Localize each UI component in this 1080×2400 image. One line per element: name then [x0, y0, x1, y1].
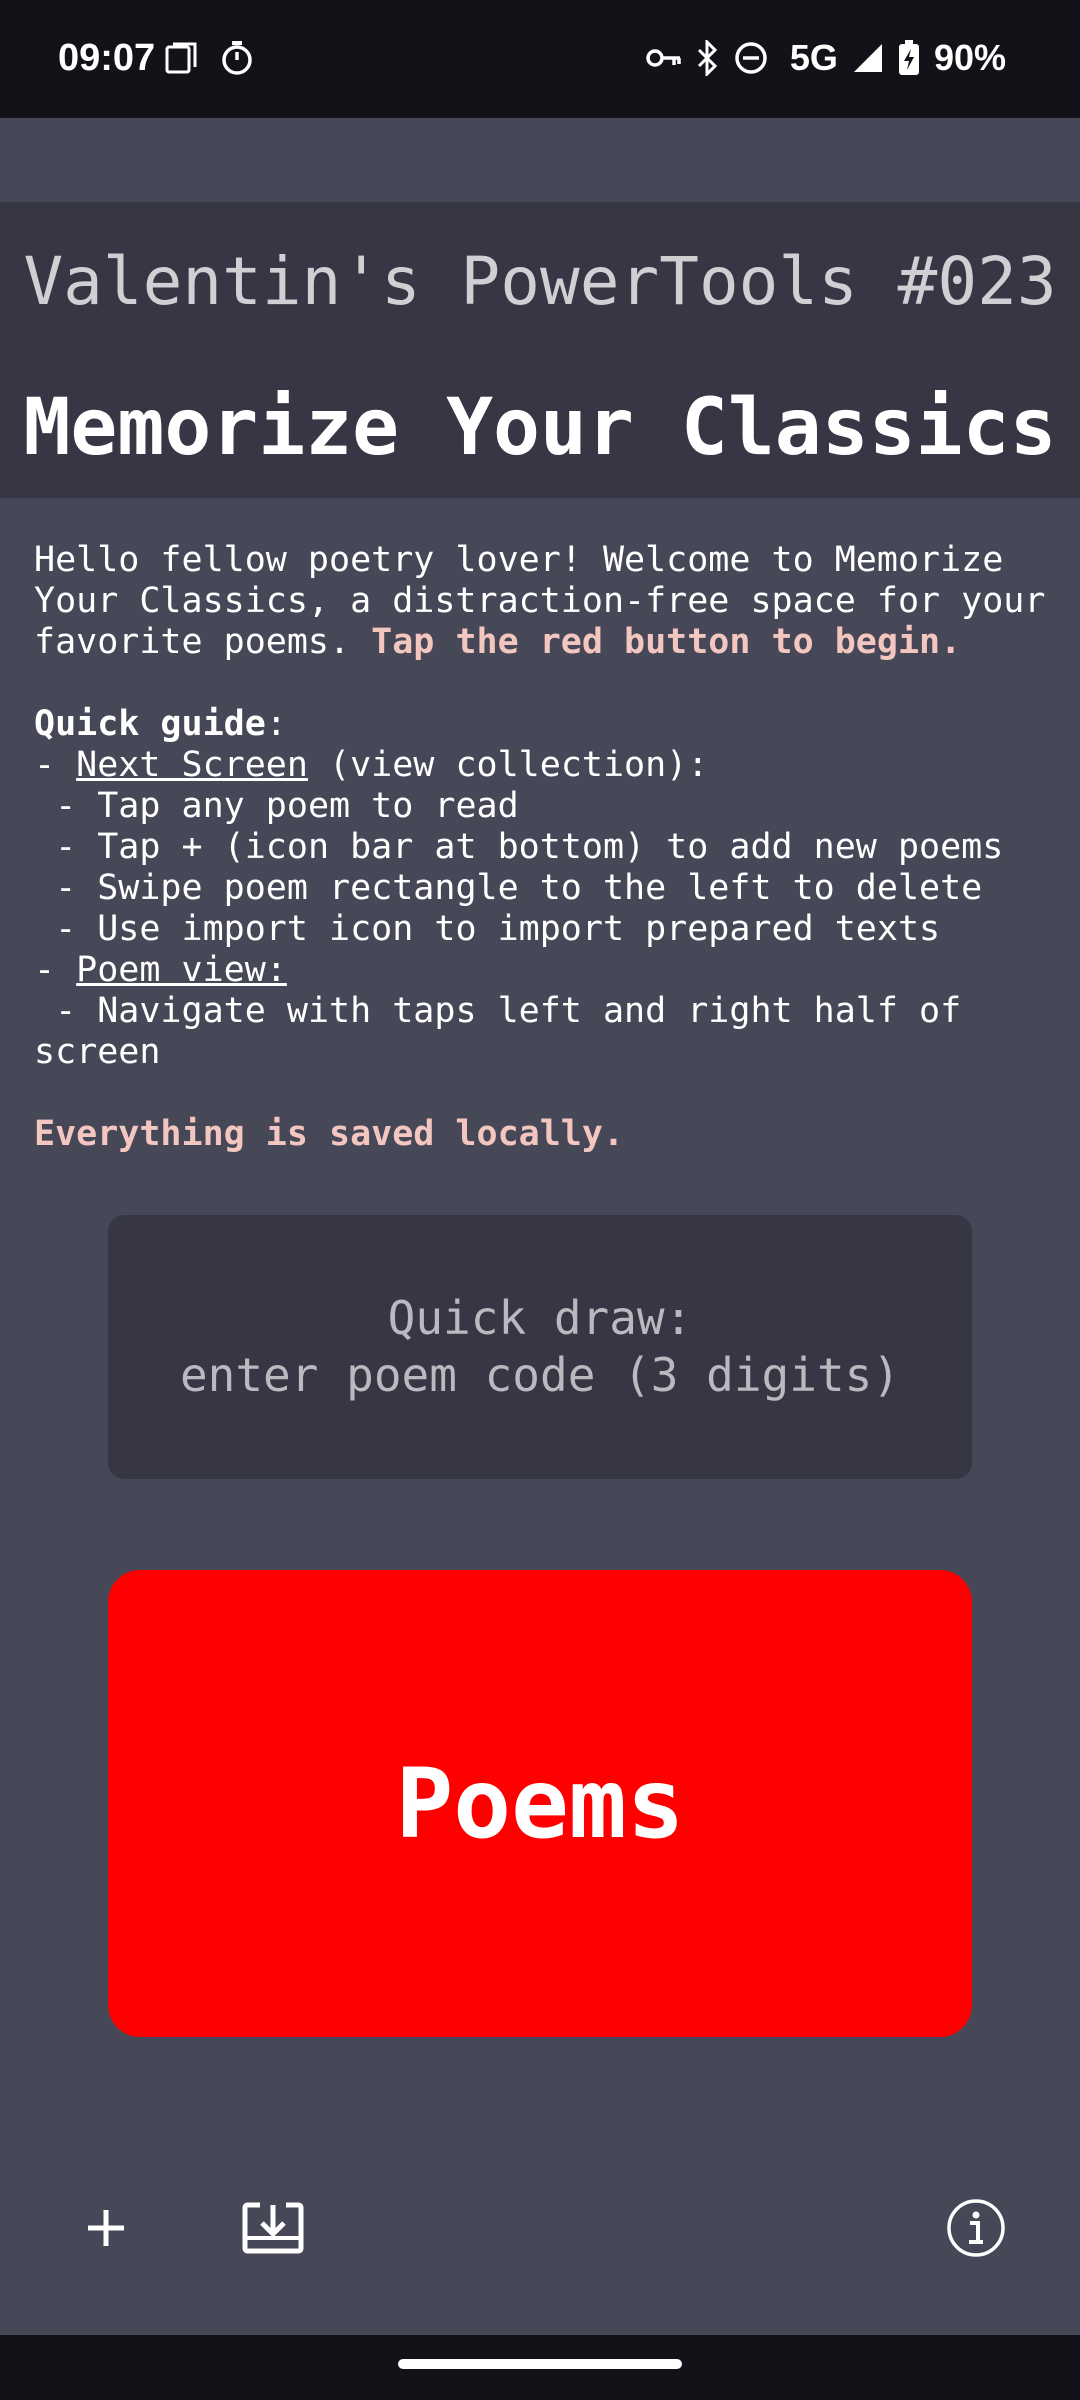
guide-dash-2: -	[34, 950, 77, 990]
import-icon	[242, 2202, 304, 2258]
quick-draw-input[interactable]: Quick draw: enter poem code (3 digits)	[108, 1215, 972, 1479]
poems-button[interactable]: Poems	[108, 1570, 972, 2037]
home-gesture-handle[interactable]	[398, 2359, 682, 2369]
guide-item: - Swipe poem rectangle to the left to de…	[34, 868, 983, 908]
add-poem-button[interactable]	[72, 2196, 140, 2264]
page-title: Memorize Your Classics	[23, 383, 1057, 473]
header: Valentin's PowerTools #023 Memorize Your…	[0, 202, 1080, 498]
poem-view-label: Poem view:	[76, 950, 287, 990]
app-subtitle: Valentin's PowerTools #023	[23, 243, 1057, 320]
cta-text: Tap the red button to begin.	[371, 622, 962, 662]
import-button[interactable]	[236, 2196, 310, 2264]
guide-item: - Tap + (icon bar at bottom) to add new …	[34, 827, 1004, 867]
next-screen-note: (view collection):	[307, 745, 709, 785]
screenshot-icon	[164, 41, 198, 75]
system-nav-bar	[0, 2335, 1080, 2400]
guide-item: - Tap any poem to read	[34, 786, 519, 826]
battery-level: 90%	[933, 37, 1006, 78]
guide-item: - Navigate with taps left and right half…	[34, 991, 983, 1072]
saved-note: Everything is saved locally.	[34, 1114, 625, 1154]
vpn-key-icon	[646, 46, 682, 70]
app-bar-spacer	[0, 118, 1080, 202]
signal-icon	[852, 42, 884, 74]
intro-text: Hello fellow poetry lover! Welcome to Me…	[34, 540, 1064, 1155]
guide-heading: Quick guide	[34, 704, 266, 744]
dnd-icon	[734, 41, 768, 75]
status-bar: 09:07 5G 90%	[0, 0, 1080, 118]
guide-dash-1: -	[34, 745, 77, 785]
status-left-icons	[164, 40, 254, 76]
guide-colon: :	[265, 704, 287, 744]
guide-item: - Use import icon to import prepared tex…	[34, 909, 941, 949]
add-icon	[84, 2206, 128, 2254]
network-label: 5G	[789, 37, 838, 78]
status-time: 09:07	[58, 37, 156, 79]
next-screen-label: Next Screen	[76, 745, 308, 785]
status-right: 5G 90%	[646, 34, 1006, 82]
bluetooth-icon	[696, 40, 720, 76]
info-button[interactable]	[942, 2196, 1010, 2264]
timer-icon	[220, 40, 254, 76]
info-icon	[946, 2198, 1006, 2262]
battery-charging-icon	[898, 40, 920, 76]
